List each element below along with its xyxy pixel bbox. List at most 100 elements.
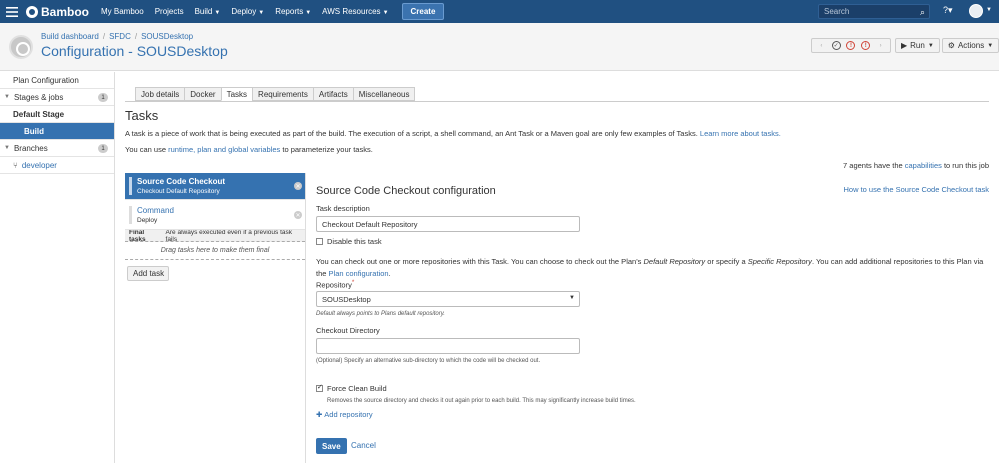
build-success-icon[interactable]: ✓ <box>831 41 841 50</box>
repository-select[interactable]: SOUSDesktop ▼ <box>316 291 580 307</box>
build-failed-icon[interactable]: ! <box>861 41 871 50</box>
search-input[interactable]: Search ⌕ <box>818 4 930 19</box>
sidebar-item-label: Build <box>24 126 44 136</box>
force-clean-label: Force Clean Build <box>327 384 387 393</box>
help-icon[interactable]: ?▾ <box>943 5 953 16</box>
chevron-down-icon: ▼ <box>305 10 312 16</box>
header-buttons: ‹ ✓ ! ! › ▶ Run ▼ ⚙ Actions ▼ <box>811 38 999 53</box>
nav-projects[interactable]: Projects <box>155 7 184 16</box>
sidebar: Plan Configuration ▼ Stages & jobs 1 Defa… <box>0 72 115 463</box>
task-description-label: Task description <box>316 204 370 213</box>
actions-label: Actions <box>957 41 985 50</box>
disable-task-row[interactable]: Disable this task <box>316 237 382 246</box>
search-icon[interactable]: ⌕ <box>920 7 925 18</box>
nav-my-bamboo[interactable]: My Bamboo <box>101 7 144 16</box>
tab-job-details[interactable]: Job details <box>135 87 186 101</box>
sidebar-item-default-stage[interactable]: Default Stage <box>0 106 114 123</box>
sidebar-item-label: Stages & jobs <box>13 92 64 102</box>
chevron-down-icon: ▼ <box>4 145 10 151</box>
add-task-label: Add task <box>133 269 165 278</box>
delete-task-icon[interactable]: ✕ <box>294 211 302 219</box>
user-avatar[interactable] <box>969 4 983 18</box>
agents-capabilities-text: 7 agents have the capabilities to run th… <box>843 161 989 170</box>
build-status-group: ‹ ✓ ! ! › <box>811 38 891 53</box>
checkout-directory-hint: (Optional) Specify an alternative sub-di… <box>316 358 541 364</box>
force-clean-row[interactable]: Force Clean Build <box>316 383 387 393</box>
sidebar-item-stages-jobs[interactable]: ▼ Stages & jobs 1 <box>0 89 114 106</box>
task-item-source-code-checkout[interactable]: Source Code Checkout Checkout Default Re… <box>125 173 305 200</box>
nav-aws-resources-label: AWS Resources <box>322 7 381 16</box>
required-marker: * <box>351 279 355 286</box>
variables-link[interactable]: runtime, plan and global variables <box>168 145 280 154</box>
add-task-button[interactable]: Add task <box>127 266 169 281</box>
page-header: Build dashboard / SFDC / SOUSDesktop Configu… <box>0 23 999 71</box>
next-arrow-icon[interactable]: › <box>876 41 885 50</box>
breadcrumb-build-dashboard[interactable]: Build dashboard <box>41 32 99 41</box>
build-failed-icon[interactable]: ! <box>846 41 856 50</box>
nav-reports[interactable]: Reports ▼ <box>275 7 311 16</box>
job-tabs: Job details Docker Tasks Requirements Ar… <box>135 87 416 101</box>
learn-more-link[interactable]: Learn more about tasks. <box>700 129 781 138</box>
page-title: Configuration - SOUSDesktop <box>41 43 228 59</box>
breadcrumb-sousdesktop[interactable]: SOUSDesktop <box>141 32 193 41</box>
run-button[interactable]: ▶ Run ▼ <box>895 38 940 53</box>
agents-suffix: to run this job <box>943 161 989 170</box>
capabilities-link[interactable]: capabilities <box>905 161 942 170</box>
nav-deploy-label: Deploy <box>231 7 257 16</box>
sidebar-item-branches[interactable]: ▼ Branches 1 <box>0 140 114 157</box>
delete-task-icon[interactable]: ✕ <box>294 182 302 190</box>
sidebar-item-developer[interactable]: ⑂ developer <box>0 157 114 174</box>
tab-requirements[interactable]: Requirements <box>252 87 314 101</box>
tasks-heading: Tasks <box>125 108 159 123</box>
tab-docker[interactable]: Docker <box>184 87 222 101</box>
branch-icon: ⑂ <box>13 160 18 170</box>
breadcrumb-sfdc[interactable]: SFDC <box>109 32 131 41</box>
tasks-intro: A task is a piece of work that is being … <box>125 129 781 138</box>
sidebar-item-plan-configuration[interactable]: Plan Configuration <box>0 72 114 89</box>
variables-prefix: You can use <box>125 145 167 154</box>
chevron-down-icon[interactable]: ▼ <box>986 7 992 13</box>
add-repository-link[interactable]: ✚ Add repository <box>316 410 373 419</box>
task-description-field[interactable]: Checkout Default Repository <box>316 216 580 232</box>
sidebar-item-label: developer <box>21 160 57 170</box>
cancel-link[interactable]: Cancel <box>351 441 376 450</box>
previous-arrow-icon[interactable]: ‹ <box>817 41 826 50</box>
task-item-command[interactable]: Command Deploy ✕ <box>125 202 305 230</box>
agents-prefix: 7 agents have the <box>843 161 903 170</box>
nav-reports-label: Reports <box>275 7 304 16</box>
actions-button[interactable]: ⚙ Actions ▼ <box>941 38 999 53</box>
nav-build[interactable]: Build ▼ <box>195 7 221 16</box>
variables-suffix: to parameterize your tasks. <box>282 145 373 154</box>
task-description: Deploy <box>137 217 158 224</box>
disable-task-label: Disable this task <box>327 237 382 246</box>
checkout-directory-field[interactable] <box>316 338 580 354</box>
tab-artifacts[interactable]: Artifacts <box>312 87 354 101</box>
save-button[interactable]: Save <box>316 438 347 454</box>
tab-divider <box>125 101 989 102</box>
help-link[interactable]: How to use the Source Code Checkout task <box>844 185 990 194</box>
nav-aws-resources[interactable]: AWS Resources ▼ <box>322 7 388 16</box>
drag-hint-text: Drag tasks here to make them final <box>160 247 270 254</box>
gear-icon: ⚙ <box>947 41 955 50</box>
tab-miscellaneous[interactable]: Miscellaneous <box>352 87 416 101</box>
repo-info-text: or specify a <box>707 257 746 266</box>
add-repository-label: Add repository <box>324 410 373 419</box>
force-clean-checkbox[interactable] <box>316 383 323 392</box>
disable-task-checkbox[interactable] <box>316 238 323 245</box>
repo-info-text: You can check out one or more repositori… <box>316 257 642 266</box>
nav-build-label: Build <box>194 7 213 16</box>
sidebar-item-build[interactable]: Build <box>0 123 114 140</box>
menu-icon[interactable] <box>0 0 24 23</box>
chevron-down-icon: ▼ <box>927 42 934 49</box>
checkout-directory-label: Checkout Directory <box>316 326 380 335</box>
repository-info: You can check out one or more repositori… <box>316 257 984 278</box>
plan-configuration-link[interactable]: Plan configuration <box>329 269 389 278</box>
create-button[interactable]: Create <box>401 3 445 20</box>
tab-tasks[interactable]: Tasks <box>220 87 254 101</box>
breadcrumb-separator: / <box>134 32 138 41</box>
final-tasks-drop-zone[interactable]: Drag tasks here to make them final <box>125 242 305 260</box>
breadcrumb-separator: / <box>102 32 106 41</box>
bamboo-logo[interactable]: Bamboo <box>26 5 89 19</box>
nav-deploy[interactable]: Deploy ▼ <box>231 7 264 16</box>
sidebar-item-label: Plan Configuration <box>13 75 79 85</box>
